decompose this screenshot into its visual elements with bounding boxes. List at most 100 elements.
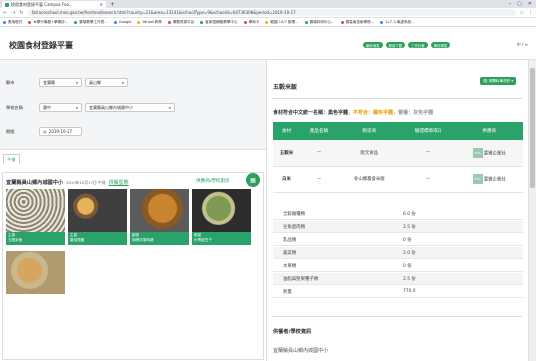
bookmark-item[interactable]: 應用程式	[3, 20, 22, 25]
nutrition-row: 蔬菜類 2.0 份	[273, 247, 523, 259]
nutrition-row: 乳品類 0 份	[273, 234, 523, 246]
dish-card[interactable]: 副菜 咖哩洋蔥時蔬	[130, 189, 189, 245]
bookmark-item[interactable]: 學術卡	[243, 20, 259, 25]
col-supplier: 供應商	[455, 122, 523, 140]
search-panel: 縣市 宜蘭縣 ▼ 員山鄉 ▼ 學校名稱 國中 ▼ 宜蘭縣員山鄉內城國中小 ▼ 期間 ▦ 2…	[0, 60, 266, 361]
ingredient-table: 食材 產品名稱 製造商 驗證標章或Q 供應商 五穀米 — 歐元食品 — FDA 寰…	[273, 122, 523, 193]
school-type-select[interactable]: 國中 ▼	[39, 103, 82, 112]
nav-button-plan[interactable]: 工作計畫	[408, 42, 428, 48]
dish-card[interactable]: 主菜 番茄燒雞	[68, 189, 127, 245]
nav-button-download[interactable]: 數據下載	[385, 42, 406, 48]
supplier-school-name: 宜蘭縣員山鄉內城國中小	[273, 348, 329, 354]
menu-date: 2019年10月17日 午餐	[66, 180, 106, 185]
maximize-icon[interactable]: ▢	[517, 1, 522, 7]
date-input[interactable]: ▦ 2019-10-17	[39, 127, 82, 136]
top-nav: 最新消息 數據下載 工作計畫 學校專區	[363, 42, 451, 48]
window-close-icon[interactable]: ✕	[528, 1, 532, 7]
minimize-icon[interactable]: –	[509, 1, 512, 7]
bookmark-item[interactable]: 專題資源平台	[167, 20, 194, 25]
bookmark-icon	[74, 20, 78, 24]
table-row: 五穀米 — 歐元食品 — FDA 寰豐企業社	[273, 140, 523, 167]
bookmarks-bar: 應用程式 ★學行事曆+學期評... 雲端教學工作表... Google Yaho…	[0, 18, 536, 27]
google-icon	[113, 20, 117, 24]
dish-card[interactable]: 主食 五穀米飯	[6, 189, 65, 245]
address-bar-row: ← → ↻ fatraceschool.moe.gov.tw/frontend/…	[0, 8, 536, 18]
col-product: 產品名稱	[300, 122, 338, 140]
forward-icon[interactable]: →	[11, 10, 15, 16]
calendar-button-icon[interactable]: ▦	[246, 173, 260, 187]
bookmark-item[interactable]: ★學行事曆+學期評...	[28, 20, 68, 25]
filter-form: 縣市 宜蘭縣 ▼ 員山鄉 ▼ 學校名稱 國中 ▼ 宜蘭縣員山鄉內城國中小 ▼ 期間 ▦ 2…	[0, 60, 266, 150]
url-field[interactable]: fatraceschool.moe.gov.tw/frontend/search…	[27, 9, 516, 16]
dish-label: 副菜 炒青椒豆干	[192, 232, 251, 245]
bookmark-item[interactable]: 雲端教學工作表...	[74, 20, 108, 25]
nutrition-row: 熱量 770.0	[273, 286, 523, 298]
bookmark-icon	[304, 20, 308, 24]
bookmark-icon	[340, 20, 344, 24]
school-select[interactable]: 宜蘭縣員山鄉內城國中小 ▼	[85, 103, 175, 112]
reload-icon[interactable]: ↻	[19, 10, 23, 16]
chevron-down-icon: ▼	[75, 105, 78, 110]
county-label: 縣市	[6, 79, 15, 85]
bookmark-item[interactable]: 韓國 12/7 辦理...	[265, 20, 299, 25]
url-text: fatraceschool.moe.gov.tw/frontend/search…	[31, 10, 296, 15]
nav-button-school[interactable]: 學校專區	[430, 42, 451, 48]
supplier-kitchen-link[interactable]: 供應商/學校廚房	[196, 178, 230, 184]
nav-button-news[interactable]: 最新消息	[363, 42, 383, 48]
back-icon[interactable]: ←	[3, 10, 7, 16]
bookmark-item[interactable]: 127 人事處系統...	[380, 20, 415, 25]
dish-label: 主菜 番茄燒雞	[68, 232, 127, 245]
nutrition-row: 全穀雜糧類 6.0 份	[273, 208, 523, 220]
window-controls: – ▢ ✕	[509, 1, 536, 7]
dish-photo	[6, 251, 65, 294]
fda-badge-icon: FDA	[472, 174, 483, 184]
meal-type-link[interactable]: 供餐型態	[109, 179, 129, 186]
calendar-icon: ▦	[43, 129, 47, 134]
nutrition-row: 豆魚蛋肉類 2.5 份	[273, 221, 523, 233]
language-menu[interactable]: 中 / ≡	[517, 42, 528, 48]
yahoo-icon	[137, 20, 141, 24]
county-select[interactable]: 宜蘭縣 ▼	[39, 78, 82, 87]
dish-photo	[130, 189, 189, 232]
page-scrollbar[interactable]	[528, 60, 536, 361]
dish-label: 副菜 咖哩洋蔥時蔬	[130, 232, 189, 245]
dish-photo	[192, 189, 251, 232]
bookmark-item[interactable]: Yahoo!奇摩	[137, 20, 162, 25]
menu-dots-icon[interactable]: ⋮	[528, 10, 533, 16]
site-favicon-icon	[5, 2, 9, 7]
bookmark-item[interactable]: 客家語網路教學中心	[200, 20, 238, 25]
school-name: 宜蘭縣員山鄉內城國中小	[6, 180, 64, 186]
supplier-cell[interactable]: FDA 寰豐企業社	[455, 140, 523, 167]
dish-detail-panel: 五穀米飯 🖨 請購料單資訊 ▾ 食材符合中文統一名稱：黑色字體，不符合：橘色字體…	[266, 60, 528, 361]
bookmark-icon	[28, 20, 32, 24]
supplier-cell[interactable]: FDA 寰豐企業社	[455, 166, 523, 193]
new-tab-icon[interactable]: +	[110, 1, 115, 8]
browser-tab[interactable]: 校園食材登錄平臺 Campus Foo... ✕	[2, 1, 106, 8]
tab-title: 校園食材登錄平臺 Campus Foo...	[11, 1, 73, 7]
col-ingredient: 食材	[273, 122, 301, 140]
tab-lunch[interactable]: 午餐	[3, 154, 20, 164]
dish-card[interactable]	[6, 251, 65, 294]
date-label: 期間	[6, 128, 15, 134]
bookmark-icon	[243, 20, 247, 24]
chevron-down-icon: ▼	[168, 105, 171, 110]
dish-card[interactable]: 副菜 炒青椒豆干	[192, 189, 251, 245]
bookmark-item[interactable]: Google	[113, 20, 131, 24]
chevron-down-icon: ▼	[75, 80, 78, 85]
bookmark-icon	[380, 20, 384, 24]
scrollbar-thumb[interactable]	[530, 68, 535, 188]
bookmark-icon	[265, 20, 269, 24]
school-label: 學校名稱	[6, 104, 23, 110]
bookmark-icon	[167, 20, 171, 24]
table-header-row: 食材 產品名稱 製造商 驗證標章或Q 供應商	[273, 122, 523, 140]
ingredient-legend: 食材符合中文統一名稱：黑色字體，不符合：橘色字體，營養：灰色字體	[273, 110, 434, 116]
bookmark-item[interactable]: 雲端科研中心...	[304, 20, 335, 25]
nutrition-row: 水果類 0 份	[273, 260, 523, 272]
export-button[interactable]: 🖨 請購料單資訊 ▾	[480, 77, 517, 85]
divider	[272, 98, 522, 99]
area-select[interactable]: 員山鄉 ▼	[85, 78, 128, 87]
bookmark-item[interactable]: 雲嘉南技術學院...	[340, 20, 374, 25]
star-icon[interactable]: ☆	[520, 10, 524, 16]
nutrition-row: 油脂與堅果種子類 2.5 份	[273, 273, 523, 285]
close-tab-icon[interactable]: ✕	[100, 2, 103, 7]
